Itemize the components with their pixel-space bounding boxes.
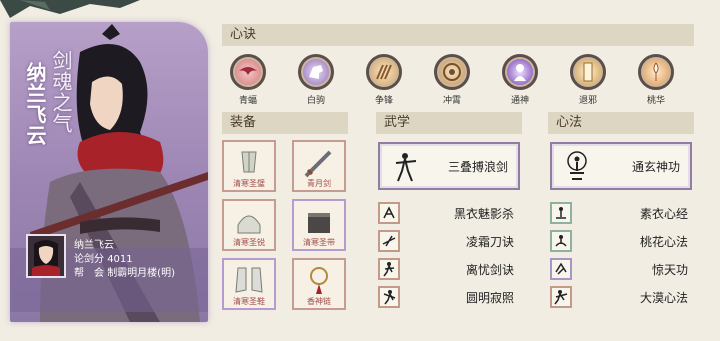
section-header-martial: 武学 bbox=[376, 112, 522, 134]
martial-skill-icon bbox=[378, 286, 400, 308]
guild-name: 制霸明月楼(明) bbox=[107, 268, 175, 279]
martial-skill-icon bbox=[378, 258, 400, 280]
mind-skill-icon bbox=[550, 202, 572, 224]
mind-skill-icon bbox=[550, 286, 572, 308]
xinjue-item[interactable]: 争锋 bbox=[364, 54, 404, 106]
martial-main-skill[interactable]: 三叠搏浪剑 bbox=[378, 142, 520, 190]
mind-skill-name: 惊天功 bbox=[651, 263, 688, 277]
jade-icon bbox=[241, 151, 257, 173]
meditation-icon bbox=[567, 151, 587, 180]
xinjue-item[interactable]: 通神 bbox=[500, 54, 540, 106]
mind-main-skill[interactable]: 通玄神功 bbox=[550, 142, 692, 190]
equip-label: 清寒圣带 bbox=[303, 238, 335, 247]
section-header-equipment: 装备 bbox=[222, 112, 348, 134]
vortex-icon bbox=[434, 54, 470, 90]
equip-slot[interactable]: 青月剑 bbox=[292, 140, 346, 192]
martial-skill-icon bbox=[378, 202, 400, 224]
equip-slot[interactable]: 清寒圣锐 bbox=[222, 199, 276, 251]
mind-skill-row[interactable]: 素衣心经 bbox=[550, 202, 688, 224]
xinjue-label: 通神 bbox=[510, 96, 529, 106]
belt-icon bbox=[308, 213, 330, 233]
xinjue-label: 青蝠 bbox=[238, 96, 257, 106]
mind-skill-name: 素衣心经 bbox=[639, 207, 688, 221]
mind-main-name: 通玄神功 bbox=[631, 160, 680, 174]
avatar-image bbox=[28, 236, 64, 276]
boots-icon bbox=[235, 267, 263, 293]
mind-skill-row[interactable]: 桃花心法 bbox=[550, 230, 688, 252]
avatar[interactable] bbox=[26, 234, 66, 278]
martial-skill-row[interactable]: 凌霜刀诀 bbox=[378, 230, 514, 252]
martial-skill-name: 凌霜刀诀 bbox=[465, 235, 514, 249]
equip-label: 清寒圣璧 bbox=[233, 179, 265, 188]
spirit-icon bbox=[502, 54, 538, 90]
sword-score: 论剑分 4011 bbox=[74, 250, 133, 265]
guild-label: 帮 会 bbox=[74, 268, 104, 279]
xinjue-label: 退邪 bbox=[578, 96, 597, 106]
martial-skill-icon bbox=[378, 230, 400, 252]
martial-main-name: 三叠搏浪剑 bbox=[447, 160, 508, 174]
xinjue-label: 争锋 bbox=[374, 96, 393, 106]
martial-skill-name: 圆明寂照 bbox=[465, 291, 514, 305]
mind-skill-row[interactable]: 惊天功 bbox=[550, 258, 688, 280]
sword-icon bbox=[304, 150, 332, 178]
xinjue-item[interactable]: 冲霄 bbox=[432, 54, 472, 106]
necklace-icon bbox=[310, 267, 328, 294]
xinjue-item[interactable]: 桃华 bbox=[636, 54, 676, 106]
talisman-icon bbox=[570, 54, 606, 90]
martial-skill-name: 黑衣魅影杀 bbox=[453, 207, 514, 221]
equip-slot[interactable]: 清寒圣鞋 bbox=[222, 258, 276, 310]
xinjue-item[interactable]: 青蝠 bbox=[228, 54, 268, 106]
equip-slot[interactable]: 清寒圣璧 bbox=[222, 140, 276, 192]
bat-icon bbox=[230, 54, 266, 90]
martial-skill-name: 离忧剑诀 bbox=[465, 263, 514, 277]
character-name: 纳兰飞云 bbox=[74, 240, 114, 251]
blossom-icon bbox=[638, 54, 674, 90]
swordsman-icon bbox=[395, 153, 417, 182]
claw-icon bbox=[366, 54, 402, 90]
martial-skill-row[interactable]: 离忧剑诀 bbox=[378, 258, 514, 280]
mind-skill-row[interactable]: 大漠心法 bbox=[550, 286, 688, 308]
martial-skill-row[interactable]: 黑衣魅影杀 bbox=[378, 202, 514, 224]
character-title-vertical: 剑魂之气 bbox=[49, 50, 73, 134]
section-header-mind: 心法 bbox=[548, 112, 694, 134]
equip-label: 香神链 bbox=[307, 297, 331, 306]
guild-info: 帮 会 制霸明月楼(明) bbox=[74, 264, 175, 279]
section-header-xinjue: 心诀 bbox=[222, 24, 694, 46]
xinjue-label: 桃华 bbox=[646, 96, 665, 106]
equip-label: 青月剑 bbox=[307, 179, 331, 188]
xinjue-label: 白驹 bbox=[306, 96, 325, 106]
equip-slot[interactable]: 香神链 bbox=[292, 258, 346, 310]
mind-skill-icon bbox=[550, 258, 572, 280]
xinjue-label: 冲霄 bbox=[442, 96, 461, 106]
mind-skill-name: 大漠心法 bbox=[639, 291, 688, 305]
character-name-vertical: 纳兰飞云 bbox=[23, 62, 47, 146]
helmet-icon bbox=[237, 215, 261, 234]
horse-icon bbox=[298, 54, 334, 90]
xinjue-item[interactable]: 退邪 bbox=[568, 54, 608, 106]
xinjue-item[interactable]: 白驹 bbox=[296, 54, 336, 106]
equip-slot[interactable]: 清寒圣带 bbox=[292, 199, 346, 251]
mind-skill-icon bbox=[550, 230, 572, 252]
mind-skill-name: 桃花心法 bbox=[639, 235, 688, 249]
equip-label: 清寒圣鞋 bbox=[233, 297, 265, 306]
martial-skill-row[interactable]: 圆明寂照 bbox=[378, 286, 514, 308]
equip-label: 清寒圣锐 bbox=[233, 238, 265, 247]
